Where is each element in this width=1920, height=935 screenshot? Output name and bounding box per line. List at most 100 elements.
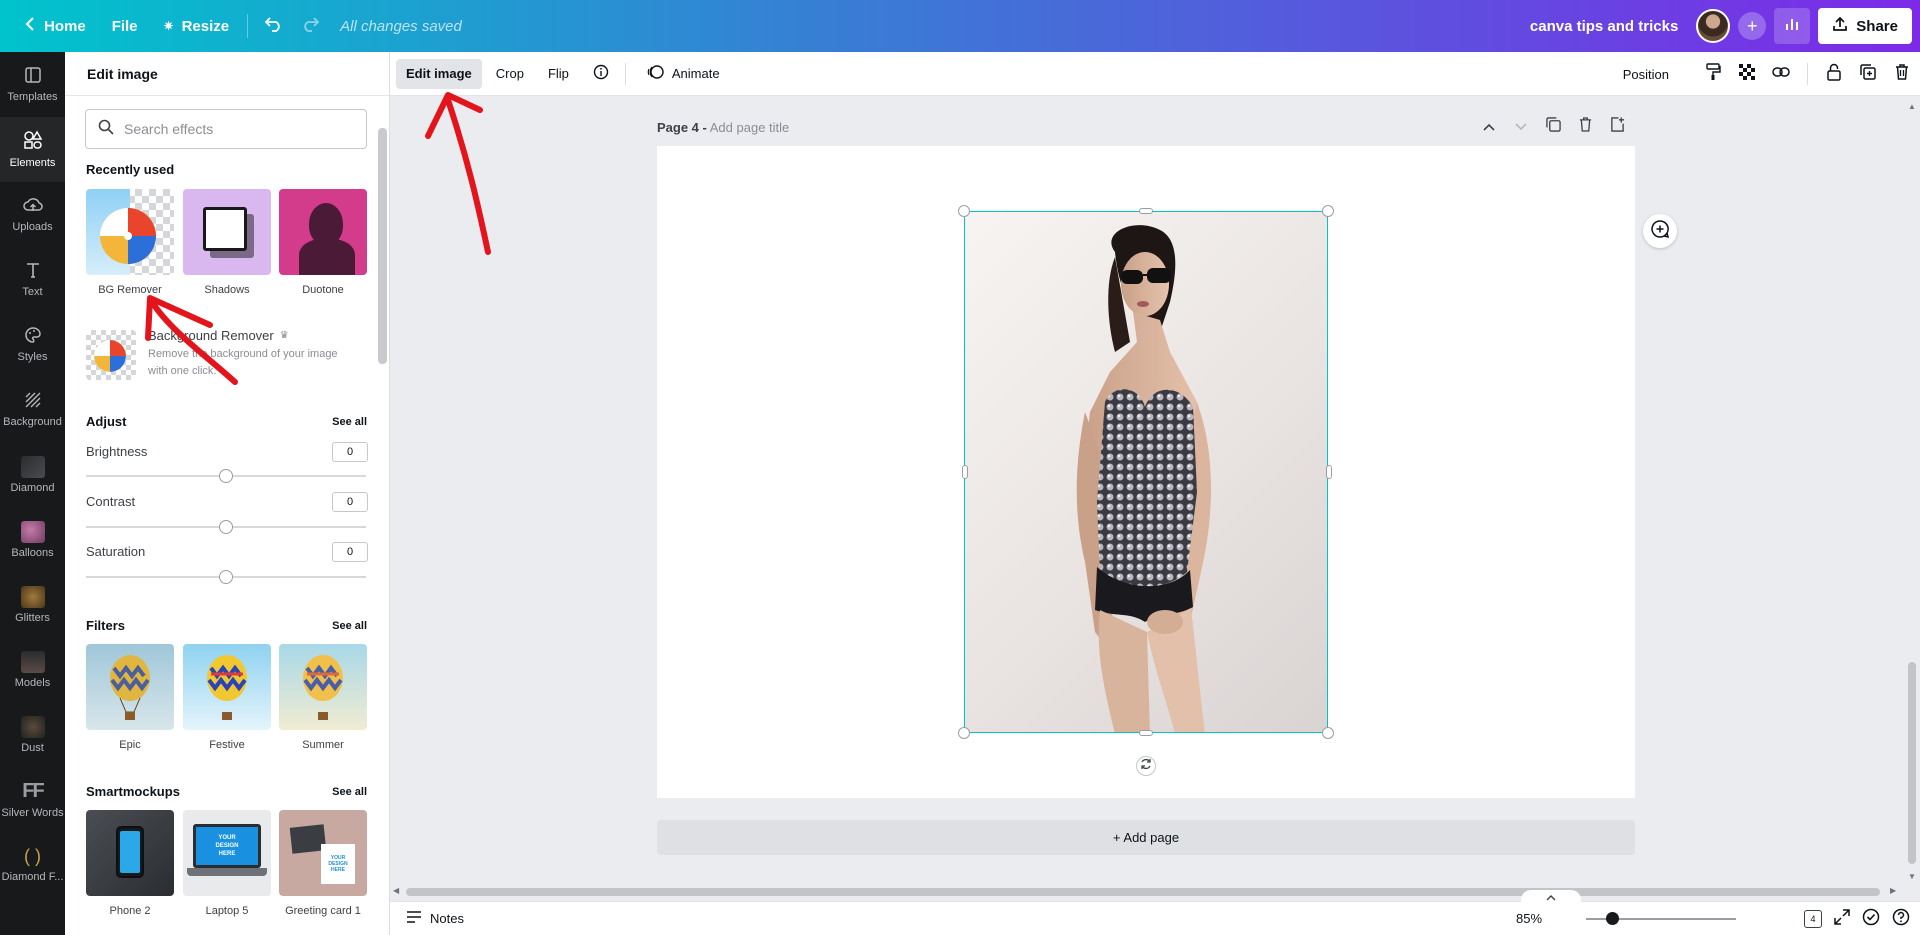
rail-item-templates[interactable]: Templates (0, 52, 65, 117)
add-comment-button[interactable] (1643, 214, 1677, 248)
duplicate-button[interactable] (1854, 60, 1882, 88)
resize-button[interactable]: ✷ Resize (154, 8, 240, 44)
check-circle-icon[interactable] (1862, 908, 1880, 931)
notes-button[interactable]: Notes (406, 910, 464, 927)
styles-icon (24, 326, 42, 347)
slider-knob[interactable] (219, 570, 233, 584)
mockup-laptop-5[interactable]: YOUR DESIGN HERE Laptop 5 (183, 810, 271, 917)
share-button[interactable]: Share (1818, 8, 1912, 44)
search-input[interactable] (124, 121, 344, 137)
invite-plus-icon[interactable]: + (1738, 12, 1767, 40)
resize-handle-top-left[interactable] (958, 205, 970, 217)
rail-item-background[interactable]: Background (0, 377, 65, 442)
home-button[interactable]: Home (14, 8, 96, 44)
paint-roller-button[interactable] (1699, 60, 1727, 88)
zoom-slider[interactable] (1586, 912, 1736, 925)
redo-button[interactable] (292, 8, 328, 44)
resize-handle-bottom-right[interactable] (1322, 727, 1334, 739)
lock-button[interactable] (1820, 60, 1848, 88)
page-title[interactable]: Page 4 - Add page title (657, 120, 789, 135)
help-icon[interactable] (1892, 908, 1910, 931)
page-title-placeholder[interactable]: Add page title (710, 120, 790, 135)
rail-item-models[interactable]: Models (0, 637, 65, 702)
crop-button[interactable]: Crop (486, 59, 534, 89)
delete-button[interactable] (1888, 60, 1916, 88)
adjust-see-all[interactable]: See all (332, 416, 367, 428)
canvas-horizontal-scrollbar[interactable]: ◀ ▶ (390, 884, 1904, 900)
saturation-value[interactable]: 0 (332, 542, 368, 562)
flip-button[interactable]: Flip (538, 59, 579, 89)
resize-handle-right[interactable] (1326, 465, 1332, 479)
contrast-value[interactable]: 0 (332, 492, 368, 512)
insights-button[interactable] (1774, 8, 1811, 44)
brightness-value[interactable]: 0 (332, 442, 368, 462)
page-count[interactable]: 4 (1804, 910, 1822, 928)
panel-scroll-thumb[interactable] (378, 128, 387, 364)
scroll-left-arrow[interactable]: ◀ (393, 886, 399, 895)
undo-button[interactable] (256, 8, 292, 44)
add-page-after-button[interactable] (1608, 117, 1626, 136)
move-page-down-button[interactable] (1512, 118, 1530, 136)
zoom-level[interactable]: 85% (1516, 911, 1542, 926)
resize-handle-top-right[interactable] (1322, 205, 1334, 217)
design-title[interactable]: canva tips and tricks (1530, 18, 1678, 35)
collapse-tab[interactable] (1521, 890, 1581, 903)
mockup-phone-2[interactable]: Phone 2 (86, 810, 174, 917)
resize-handle-bottom[interactable] (1139, 730, 1153, 736)
selected-photo[interactable] (964, 211, 1328, 733)
scroll-down-arrow[interactable]: ▼ (1908, 872, 1916, 881)
canvas-vertical-scrollbar[interactable]: ▲ ▼ (1904, 96, 1920, 886)
transparency-button[interactable] (1733, 60, 1761, 88)
duplicate-page-button[interactable] (1544, 117, 1562, 136)
panel-scrollbar[interactable] (378, 100, 387, 935)
search-box[interactable] (85, 109, 367, 149)
rail-item-dust[interactable]: Dust (0, 702, 65, 767)
scroll-up-arrow[interactable]: ▲ (1908, 102, 1916, 111)
rail-item-elements[interactable]: Elements (0, 117, 65, 182)
rail-item-styles[interactable]: Styles (0, 312, 65, 377)
vertical-scroll-thumb[interactable] (1908, 662, 1916, 864)
filter-epic[interactable]: Epic (86, 644, 174, 751)
filter-festive[interactable]: Festive (183, 644, 271, 751)
rail-item-glitters[interactable]: Glitters (0, 572, 65, 637)
bg-remover-card[interactable]: Background Remover ♛ Remove the backgrou… (86, 328, 366, 380)
scroll-right-arrow[interactable]: ▶ (1890, 886, 1896, 895)
slider-knob[interactable] (219, 520, 233, 534)
animate-button[interactable]: Animate (636, 59, 730, 89)
resize-handle-bottom-left[interactable] (958, 727, 970, 739)
smartmockups-see-all[interactable]: See all (332, 786, 367, 798)
brightness-slider[interactable] (86, 469, 366, 483)
zoom-knob[interactable] (1606, 912, 1619, 925)
rotate-handle[interactable] (1136, 756, 1156, 776)
filter-summer[interactable]: Summer (279, 644, 367, 751)
slider-knob[interactable] (219, 469, 233, 483)
resize-handle-left[interactable] (962, 465, 968, 479)
effect-bg-remover[interactable]: BG Remover (86, 189, 174, 296)
saturation-slider[interactable] (86, 570, 366, 584)
contrast-slider[interactable] (86, 520, 366, 534)
rail-item-silver-words[interactable]: FF Silver Words (0, 767, 65, 832)
edit-image-button[interactable]: Edit image (396, 58, 482, 89)
effect-shadows[interactable]: Shadows (183, 189, 271, 296)
rail-item-uploads[interactable]: Uploads (0, 182, 65, 247)
add-page-button[interactable]: + Add page (657, 820, 1635, 855)
rail-item-diamond-f[interactable]: ( ) Diamond F... (0, 832, 65, 897)
position-button[interactable]: Position (1613, 59, 1679, 89)
filters-see-all[interactable]: See all (332, 620, 367, 632)
delete-page-button[interactable] (1576, 117, 1594, 136)
image-info-button[interactable] (583, 59, 619, 89)
fullscreen-icon[interactable] (1834, 908, 1850, 930)
mockup-greeting-card-1[interactable]: YOUR DESIGN HERE Greeting card 1 (279, 810, 367, 917)
rotate-icon (1140, 757, 1152, 775)
rail-item-balloons[interactable]: Balloons (0, 507, 65, 572)
rail-item-diamond[interactable]: Diamond (0, 442, 65, 507)
file-menu[interactable]: File (102, 8, 148, 44)
link-button[interactable] (1767, 60, 1795, 88)
horizontal-scroll-thumb[interactable] (406, 888, 1880, 896)
move-page-up-button[interactable] (1480, 118, 1498, 136)
resize-handle-top[interactable] (1139, 208, 1153, 214)
rail-item-text[interactable]: Text (0, 247, 65, 312)
avatar[interactable] (1696, 9, 1731, 43)
effect-duotone[interactable]: Duotone (279, 189, 367, 296)
shadows-thumb (183, 189, 271, 275)
